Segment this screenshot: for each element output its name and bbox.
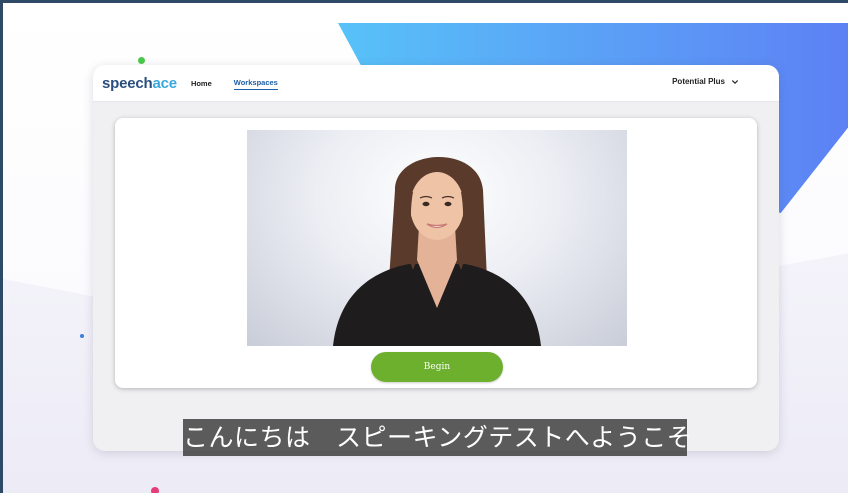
decorative-dot-pink <box>151 487 159 493</box>
logo-text-main: speech <box>102 74 153 92</box>
presenter-video[interactable] <box>247 130 627 346</box>
presenter-avatar-image <box>333 156 541 346</box>
logo-text-accent: ace <box>152 74 178 92</box>
decorative-dot-green <box>138 57 145 64</box>
chevron-down-icon <box>732 79 738 84</box>
nav-link-workspaces[interactable]: Workspaces <box>233 76 278 90</box>
decorative-dot-blue <box>80 334 84 338</box>
nav-link-home[interactable]: Home <box>191 77 212 90</box>
app-window: speechace Home Workspaces Potential Plus <box>93 65 779 451</box>
subtitle-caption: こんにちは スピーキングテストへようこそ <box>183 419 692 456</box>
screen-frame: speechace Home Workspaces Potential Plus <box>0 0 848 493</box>
top-navbar: speechace Home Workspaces Potential Plus <box>93 65 779 102</box>
begin-button[interactable]: Begin <box>371 352 503 382</box>
account-label: Potential Plus <box>672 77 725 86</box>
content-card: Begin <box>115 118 757 388</box>
speechace-logo[interactable]: speechace <box>102 75 177 92</box>
account-menu[interactable]: Potential Plus <box>672 77 739 86</box>
